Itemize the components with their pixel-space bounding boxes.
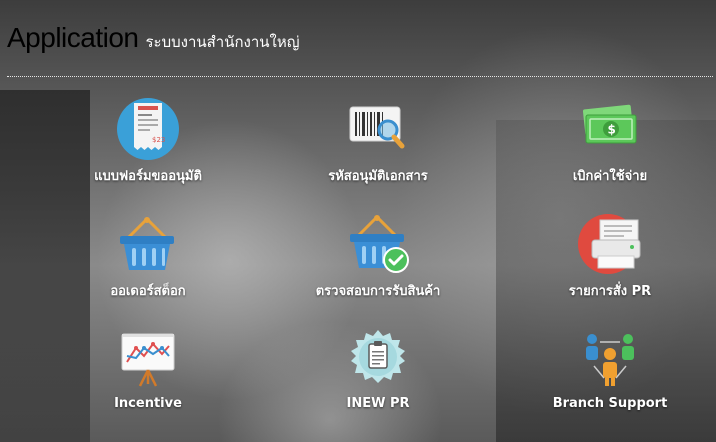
app-label: ตรวจสอบการรับสินค้า [315,284,441,299]
app-tile-expense-claim[interactable]: $ เบิกค่าใช้จ่าย [510,97,710,197]
receipt-icon: $23 [117,98,179,160]
page-subtitle: ระบบงานสำนักงานใหญ่ [145,33,300,51]
page-title: Application [7,22,139,53]
basket-check-icon [350,215,409,273]
clipboard-badge-icon [351,330,405,383]
printer-icon [578,214,641,274]
money-icon: $ [582,104,637,144]
app-label: ออเดอร์สต็อก [110,284,186,299]
svg-text:$: $ [608,123,616,137]
team-icon [586,334,634,386]
barcode-search-icon [349,106,405,149]
app-tile-branch-support[interactable]: Branch Support [510,328,710,428]
header-divider [7,76,713,77]
app-label: INEW PR [346,396,410,411]
page-header: Application ระบบงานสำนักงานใหญ่ [7,22,300,54]
app-tile-stock-order[interactable]: ออเดอร์สต็อก [48,212,248,312]
app-tile-goods-receipt-check[interactable]: ตรวจสอบการรับสินค้า [278,212,478,312]
basket-icon [120,217,174,270]
app-label: รายการสั่ง PR [568,284,652,299]
svg-text:$23: $23 [152,136,165,144]
app-tile-incentive[interactable]: Incentive [48,328,248,428]
app-label: Branch Support [552,396,668,411]
app-tile-document-approval-code[interactable]: รหัสอนุมัติเอกสาร [278,97,478,197]
app-tile-approval-form[interactable]: $23 แบบฟอร์มขออนุมัติ [48,97,248,197]
app-label: แบบฟอร์มขออนุมัติ [94,169,202,184]
app-label: เบิกค่าใช้จ่าย [572,169,648,184]
app-tile-inew-pr[interactable]: INEW PR [278,328,478,428]
app-tile-pr-order-list[interactable]: รายการสั่ง PR [510,212,710,312]
app-label: Incentive [114,396,182,411]
chart-board-icon [121,333,175,387]
app-label: รหัสอนุมัติเอกสาร [328,169,428,184]
